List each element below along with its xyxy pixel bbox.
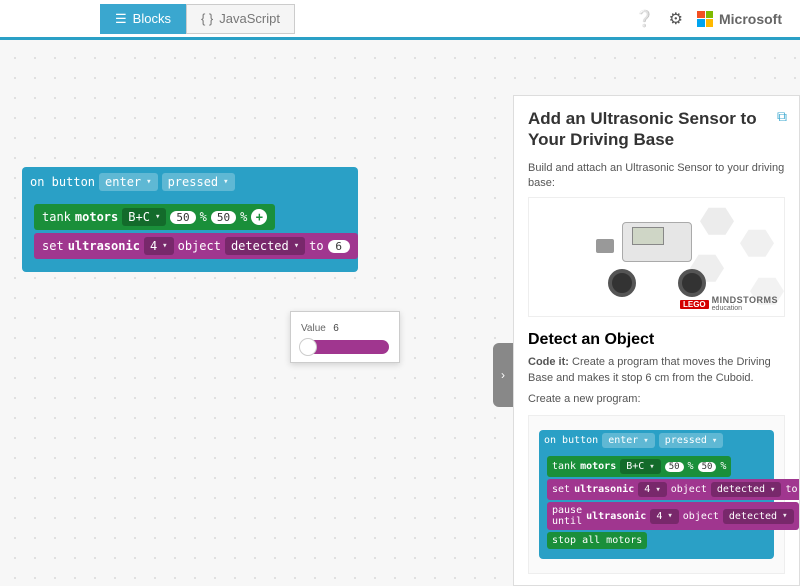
chevron-right-icon: ›	[501, 368, 505, 382]
sample-tank: tankmotors B+C 50% 50%	[547, 456, 731, 477]
help-icon[interactable]: ❔	[635, 9, 655, 29]
robot-image: LEGO MINDSTORMS education	[528, 197, 785, 317]
tank-motors-block[interactable]: tank motors B+C 50 % 50 % +	[34, 204, 275, 230]
popup-label: Value	[301, 323, 326, 334]
set-ultrasonic-block[interactable]: set ultrasonic 4 object detected to 6	[34, 233, 358, 259]
sample-code-preview: on button enter pressed tankmotors B+C 5…	[528, 415, 785, 574]
speed2-input[interactable]: 50	[211, 211, 236, 224]
tab-javascript[interactable]: { } JavaScript	[186, 4, 295, 34]
sample-stop: stop all motors	[547, 532, 647, 549]
microsoft-logo: Microsoft	[697, 11, 782, 27]
section-heading: Detect an Object	[528, 331, 785, 349]
on-button-block[interactable]: on button enter pressed	[22, 167, 358, 197]
value-slider-popup[interactable]: Value 6	[290, 311, 400, 363]
blocks-workspace[interactable]: on button enter pressed tank motors B+C …	[0, 43, 800, 586]
sample-set-ultra: setultrasonic 4 object detected to 6	[547, 479, 800, 500]
gear-icon[interactable]: ⚙	[669, 9, 683, 29]
tutorial-intro: Build and attach an Ultrasonic Sensor to…	[528, 161, 785, 192]
add-param-icon[interactable]: +	[251, 209, 267, 225]
tutorial-title: Add an Ultrasonic Sensor to Your Driving…	[528, 108, 785, 151]
tab-blocks-label: Blocks	[133, 11, 171, 26]
ultra-mode-dropdown[interactable]: detected	[225, 237, 305, 255]
tab-js-label: JavaScript	[219, 11, 280, 26]
ms-squares-icon	[697, 11, 713, 27]
create-program-text: Create a new program:	[528, 392, 785, 407]
editor-tabs: ☰ Blocks { } JavaScript	[100, 4, 295, 34]
tutorial-sidebar: ⧉ Add an Ultrasonic Sensor to Your Drivi…	[513, 95, 800, 586]
button-dropdown[interactable]: enter	[99, 173, 158, 191]
sample-on-button: on button enter pressed	[539, 430, 774, 451]
ultra-value-input[interactable]: 6	[328, 240, 350, 253]
code-it-text: Code it: Create a program that moves the…	[528, 355, 785, 386]
slider-knob[interactable]	[299, 338, 317, 356]
top-actions: ❔ ⚙ Microsoft	[635, 9, 782, 29]
blocks-icon: ☰	[115, 11, 127, 27]
value-slider[interactable]	[301, 340, 389, 354]
top-bar: ☰ Blocks { } JavaScript ❔ ⚙ Microsoft	[0, 0, 800, 40]
on-button-label: on button	[30, 175, 95, 189]
js-icon: { }	[201, 11, 213, 26]
ultra-port-dropdown[interactable]: 4	[144, 237, 174, 255]
robot-icon	[602, 217, 712, 297]
speed1-input[interactable]: 50	[170, 211, 195, 224]
tab-blocks[interactable]: ☰ Blocks	[100, 4, 186, 34]
mindstorms-badge: LEGO MINDSTORMS education	[680, 296, 778, 312]
open-external-icon[interactable]: ⧉	[777, 108, 787, 125]
popup-value: 6	[333, 323, 339, 334]
brand-label: Microsoft	[719, 11, 782, 27]
main-block-stack[interactable]: on button enter pressed tank motors B+C …	[22, 167, 358, 272]
sidebar-collapse-handle[interactable]: ›	[493, 343, 513, 407]
sample-pause-ultra: pause untilultrasonic 4 object detected	[547, 502, 799, 530]
state-dropdown[interactable]: pressed	[162, 173, 235, 191]
motor-port-dropdown[interactable]: B+C	[122, 208, 166, 226]
block-container: tank motors B+C 50 % 50 % + set ultrason…	[22, 197, 358, 272]
